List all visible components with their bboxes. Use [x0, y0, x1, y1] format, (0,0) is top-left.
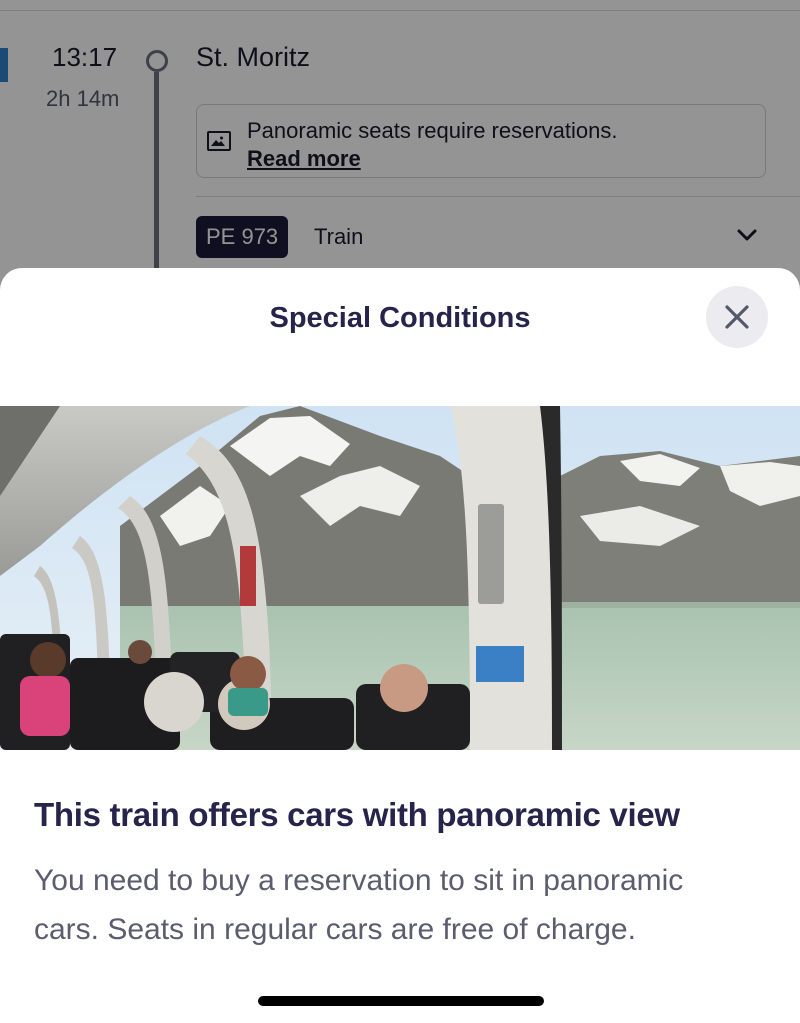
special-conditions-sheet: Special Conditions This train offers car… [0, 268, 800, 1023]
close-button[interactable] [706, 286, 768, 348]
panoramic-car-photo [0, 406, 800, 750]
conditions-heading: This train offers cars with panoramic vi… [34, 796, 680, 833]
sheet-title: Special Conditions [269, 302, 531, 334]
home-indicator[interactable] [258, 996, 544, 1006]
conditions-description: You need to buy a reservation to sit in … [34, 864, 684, 946]
